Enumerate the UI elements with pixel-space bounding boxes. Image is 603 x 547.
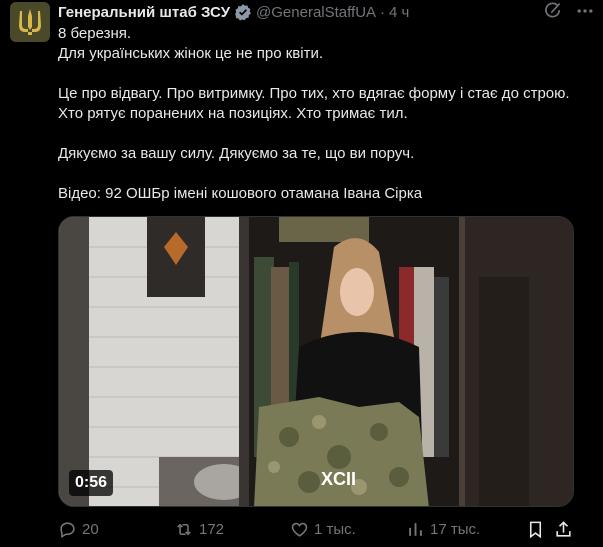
share-icon bbox=[556, 521, 571, 537]
grok-icon[interactable] bbox=[543, 1, 563, 21]
tweet[interactable]: Генеральний штаб ЗСУ @GeneralStaffUA · 4… bbox=[0, 0, 603, 547]
view-count: 17 тыс. bbox=[430, 521, 481, 538]
avatar[interactable] bbox=[10, 2, 50, 42]
author-name[interactable]: Генеральний штаб ЗСУ bbox=[58, 4, 230, 21]
verified-icon bbox=[234, 3, 252, 21]
repost-button[interactable]: 172 bbox=[174, 520, 224, 539]
video-player[interactable]: XCII 0:56 bbox=[58, 216, 574, 507]
like-count: 1 тыс. bbox=[314, 521, 356, 538]
text-line: Це про відвагу. Про витримку. Про тих, х… bbox=[58, 85, 570, 122]
repost-count: 172 bbox=[199, 521, 225, 538]
bookmark-button[interactable] bbox=[526, 520, 545, 539]
like-icon bbox=[291, 522, 308, 537]
bookmark-icon bbox=[529, 521, 542, 539]
post-time[interactable]: 4 ч bbox=[389, 4, 409, 21]
like-button[interactable]: 1 тыс. bbox=[290, 520, 356, 539]
views-button[interactable]: 17 тыс. bbox=[406, 520, 480, 539]
text-line: 8 березня. bbox=[58, 25, 132, 42]
video-frame: XCII bbox=[59, 217, 573, 506]
text-line: Відео: 92 ОШБр імені кошового отамана Ів… bbox=[58, 185, 423, 202]
repost-icon bbox=[177, 523, 191, 536]
top-actions bbox=[543, 1, 595, 21]
reply-count: 20 bbox=[82, 521, 99, 538]
views-icon bbox=[409, 523, 422, 536]
author-handle[interactable]: @GeneralStaffUA bbox=[256, 4, 376, 21]
share-button[interactable] bbox=[554, 520, 573, 539]
video-duration: 0:56 bbox=[69, 470, 114, 496]
separator-dot: · bbox=[380, 3, 386, 21]
text-line: Для українських жінок це не про квіти. bbox=[58, 45, 324, 62]
more-icon[interactable] bbox=[575, 1, 595, 21]
reply-button[interactable]: 20 bbox=[58, 520, 99, 539]
unit-logo-text: XCII bbox=[321, 469, 356, 489]
reply-icon bbox=[60, 522, 75, 539]
tweet-header: Генеральний штаб ЗСУ @GeneralStaffUA · 4… bbox=[58, 2, 409, 22]
tweet-text: 8 березня. Для українських жінок це не п… bbox=[58, 24, 588, 204]
text-line: Дякуємо за вашу силу. Дякуємо за те, що … bbox=[58, 145, 415, 162]
trident-icon bbox=[19, 9, 41, 35]
action-bar: 20 172 1 тыс. 17 тыс. bbox=[58, 518, 578, 542]
